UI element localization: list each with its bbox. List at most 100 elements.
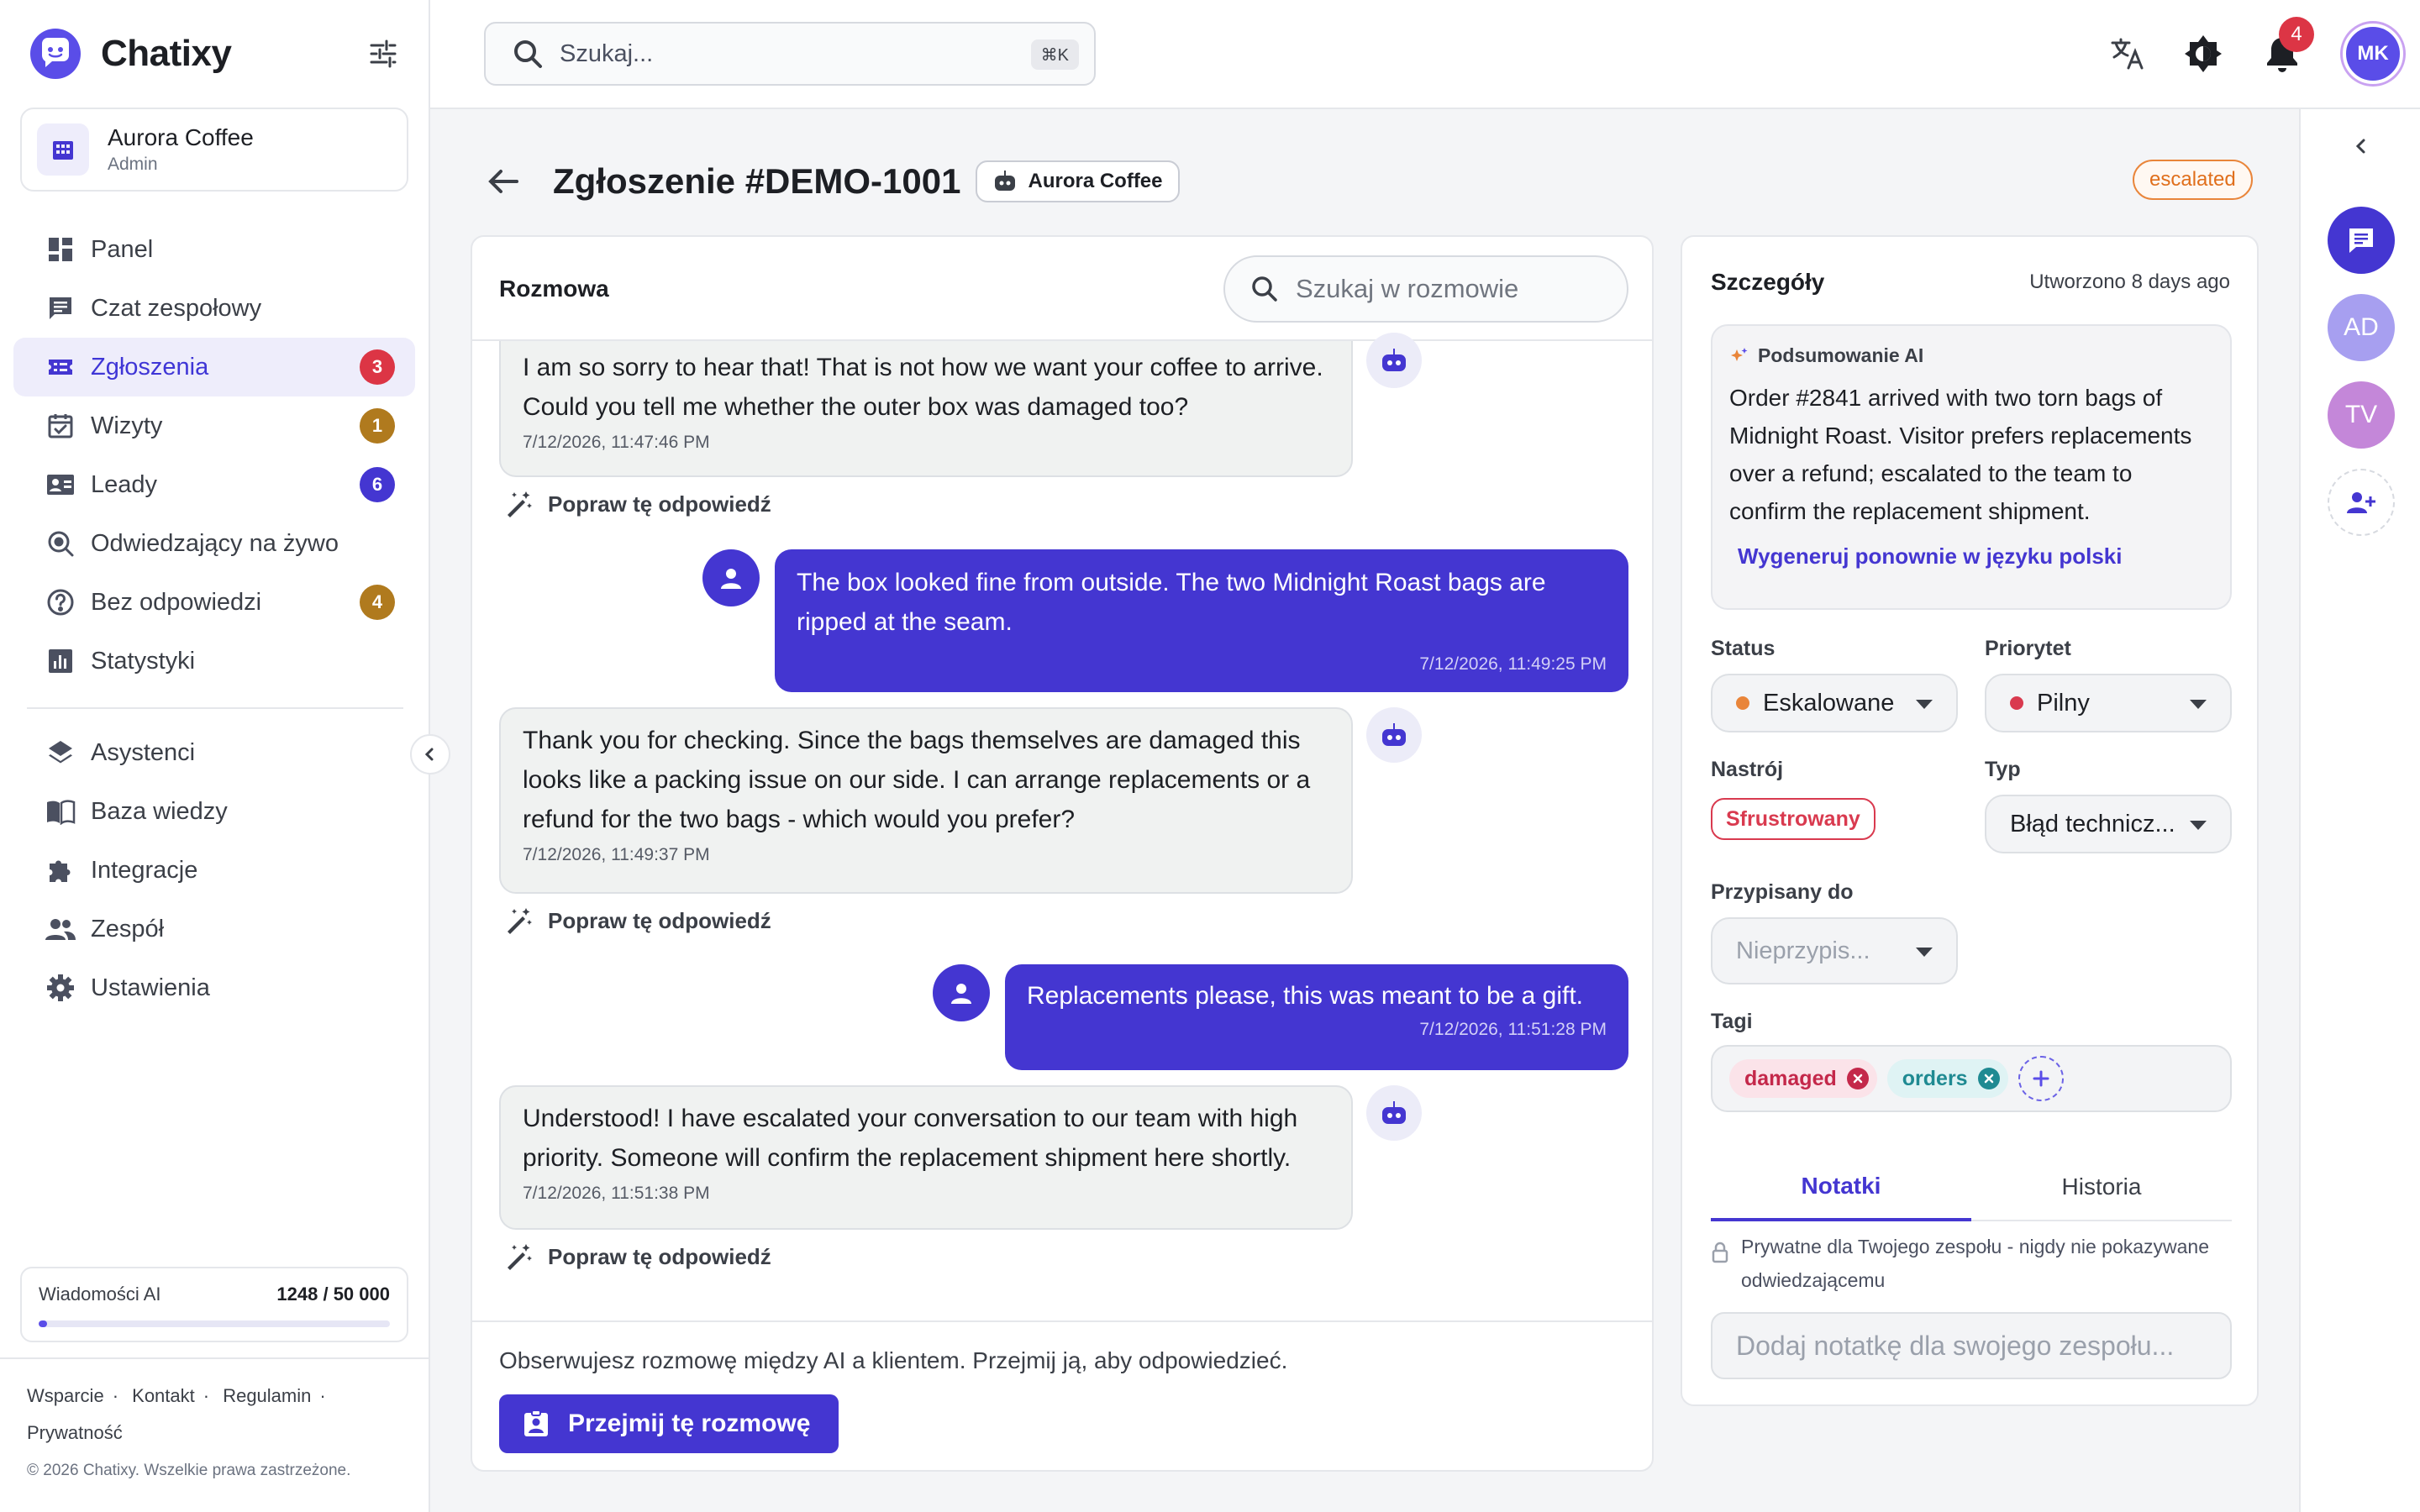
nav-item-tickets[interactable]: Zgłoszenia 3	[13, 338, 415, 396]
add-participant-button[interactable]	[2328, 469, 2395, 536]
nav-label: Leady	[91, 470, 158, 498]
org-role: Admin	[108, 155, 158, 174]
type-select[interactable]: Błąd technicz...	[1985, 795, 2232, 853]
message-bubble-ai: Thank you for checking. Since the bags t…	[499, 707, 1353, 894]
global-search-input[interactable]: Szukaj... ⌘K	[484, 22, 1096, 86]
caret-down-icon	[1916, 948, 1933, 957]
tags-input: damaged orders	[1711, 1045, 2232, 1112]
leads-badge: 6	[360, 467, 395, 502]
secondary-nav: Asystenci Baza wiedzy Integracje Zespół …	[13, 723, 415, 1017]
status-value: Eskalowane	[1763, 689, 1895, 717]
nav-label: Statystyki	[91, 647, 196, 675]
link-contact[interactable]: Kontakt	[132, 1385, 195, 1406]
tab-history[interactable]: Historia	[1971, 1154, 2232, 1220]
nav-item-team[interactable]: Zespół	[13, 900, 415, 958]
message-bubble-ai: I am so sorry to hear that! That is not …	[499, 341, 1353, 477]
nav-label: Wizyty	[91, 412, 163, 439]
link-privacy[interactable]: Prywatność	[27, 1422, 123, 1443]
ai-summary-heading: Podsumowanie AI	[1758, 344, 1924, 366]
bot-avatar	[1366, 1085, 1422, 1141]
logo[interactable]: Chatixy	[30, 27, 400, 81]
assignee-value: Nieprzypis...	[1736, 937, 1870, 964]
main-nav: Panel Czat zespołowy Zgłoszenia 3 Wizyty…	[13, 220, 415, 690]
sliders-icon[interactable]	[366, 37, 400, 71]
remove-tag-icon[interactable]	[1977, 1068, 2000, 1089]
tag-orders: orders	[1886, 1059, 2008, 1098]
user-avatar[interactable]: MK	[2343, 24, 2403, 84]
ai-summary-card: Podsumowanie AI Order #2841 arrived with…	[1711, 324, 2232, 610]
nav-item-panel[interactable]: Panel	[13, 220, 415, 279]
nav-item-settings[interactable]: Ustawienia	[13, 958, 415, 1017]
add-tag-button[interactable]	[2018, 1056, 2064, 1101]
usage-label: Wiadomości AI	[39, 1284, 161, 1305]
live-search-icon	[45, 528, 76, 559]
right-rail: AD TV	[2299, 109, 2420, 1512]
nav-divider	[27, 707, 403, 709]
gear-icon	[45, 973, 76, 1003]
take-over-label: Przejmij tę rozmowę	[568, 1410, 811, 1437]
org-switcher[interactable]: Aurora Coffee Admin	[20, 108, 408, 192]
sentiment-badge: Sfrustrowany	[1711, 798, 1876, 840]
details-title: Szczegóły	[1711, 269, 1825, 295]
tab-notes[interactable]: Notatki	[1711, 1154, 1971, 1221]
footer-divider	[0, 1357, 430, 1359]
org-name: Aurora Coffee	[108, 124, 254, 150]
nav-label: Odwiedzający na żywo	[91, 529, 339, 557]
agent-avatar-ad[interactable]: AD	[2328, 294, 2395, 361]
agent-avatar-tv[interactable]: TV	[2328, 381, 2395, 449]
message-text: I am so sorry to hear that! That is not …	[523, 354, 1323, 421]
translate-icon[interactable]	[2107, 34, 2148, 74]
conversation-title: Rozmowa	[499, 276, 609, 302]
improve-answer-button[interactable]: Popraw tę odpowiedź	[504, 487, 771, 521]
nav-item-leads[interactable]: Leady 6	[13, 455, 415, 514]
assignee-select[interactable]: Nieprzypis...	[1711, 917, 1958, 984]
conversation-rail-button[interactable]	[2328, 207, 2395, 274]
improve-label: Popraw tę odpowiedź	[548, 1243, 771, 1269]
tag-label: orders	[1902, 1066, 1968, 1090]
nav-item-integrations[interactable]: Integracje	[13, 841, 415, 900]
bot-icon	[1382, 723, 1406, 746]
nav-item-unanswered[interactable]: Bez odpowiedzi 4	[13, 573, 415, 632]
puzzle-icon	[45, 855, 76, 885]
link-support[interactable]: Wsparcie	[27, 1385, 104, 1406]
regenerate-summary-link[interactable]: Wygeneruj ponownie w języku polski	[1738, 543, 2213, 570]
remove-tag-icon[interactable]	[1846, 1068, 1869, 1089]
improve-answer-button[interactable]: Popraw tę odpowiedź	[504, 904, 771, 937]
message-timestamp: 7/12/2026, 11:51:28 PM	[1419, 1020, 1607, 1039]
private-note-text: Prywatne dla Twojego zespołu - nigdy nie…	[1741, 1236, 2210, 1291]
nav-item-knowledge-base[interactable]: Baza wiedzy	[13, 782, 415, 841]
tickets-badge: 3	[360, 349, 395, 385]
note-placeholder: Dodaj notatkę dla swojego zespołu...	[1736, 1330, 2175, 1361]
usage-progress-fill	[39, 1320, 48, 1327]
back-arrow-icon[interactable]	[482, 160, 524, 202]
people-icon	[45, 914, 76, 944]
bot-icon	[1382, 1101, 1406, 1124]
link-terms[interactable]: Regulamin	[223, 1385, 311, 1406]
nav-item-live-visitors[interactable]: Odwiedzający na żywo	[13, 514, 415, 573]
status-select[interactable]: Eskalowane	[1711, 674, 1958, 732]
priority-select[interactable]: Pilny	[1985, 674, 2232, 732]
nav-label: Zespół	[91, 915, 165, 942]
tags-label: Tagi	[1711, 1010, 1753, 1033]
conversation-search-input[interactable]: Szukaj w rozmowie	[1223, 255, 1628, 323]
collapse-sidebar-button[interactable]	[410, 734, 450, 774]
nav-item-visits[interactable]: Wizyty 1	[13, 396, 415, 455]
nav-item-stats[interactable]: Statystyki	[13, 632, 415, 690]
nav-label: Baza wiedzy	[91, 797, 228, 825]
user-icon	[721, 569, 741, 589]
message-timestamp: 7/12/2026, 11:49:37 PM	[523, 845, 710, 864]
page-title: Zgłoszenie #DEMO-1001	[553, 161, 961, 201]
nav-item-assistants[interactable]: Asystenci	[13, 723, 415, 782]
chevron-left-icon[interactable]	[2343, 128, 2380, 165]
improve-label: Popraw tę odpowiedź	[548, 907, 771, 933]
search-placeholder: Szukaj...	[560, 39, 654, 67]
user-icon	[951, 984, 971, 1004]
note-input[interactable]: Dodaj notatkę dla swojego zespołu...	[1711, 1312, 2232, 1379]
improve-answer-button[interactable]: Popraw tę odpowiedź	[504, 1240, 771, 1273]
assigned-label: Przypisany do	[1711, 880, 1854, 904]
take-over-button[interactable]: Przejmij tę rozmowę	[499, 1394, 839, 1453]
nav-item-team-chat[interactable]: Czat zespołowy	[13, 279, 415, 338]
usage-progress-bar	[39, 1320, 390, 1327]
search-icon	[514, 40, 542, 68]
theme-toggle-icon[interactable]	[2183, 34, 2223, 74]
